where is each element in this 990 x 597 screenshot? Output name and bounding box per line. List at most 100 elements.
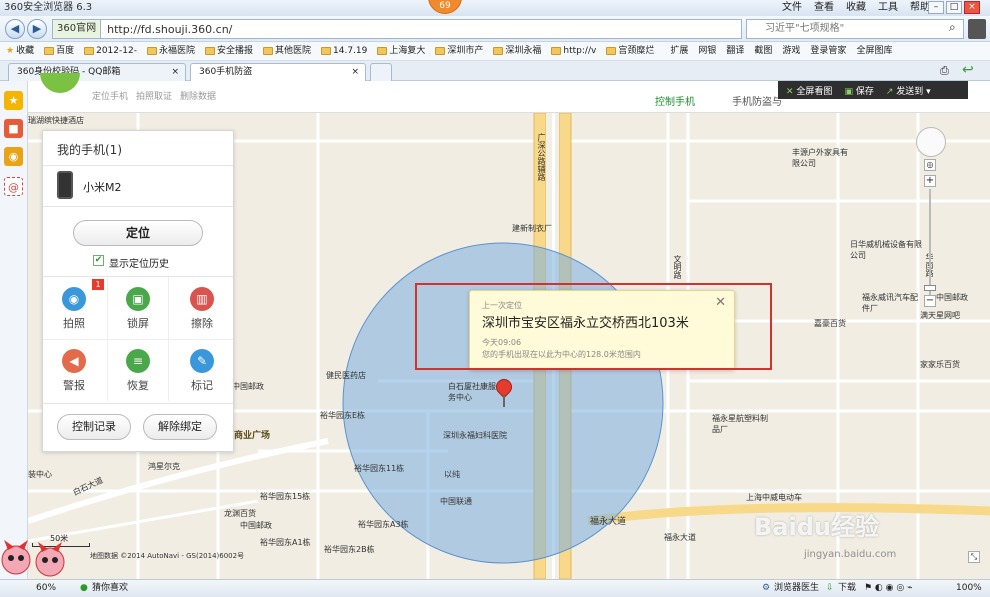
refresh-arrow-icon[interactable]: ↩ [962, 62, 974, 78]
bookmark-item[interactable]: 永福医院 [146, 42, 195, 60]
zoom-slider-handle[interactable] [924, 285, 936, 291]
mall-icon[interactable]: ■ [4, 119, 23, 138]
folder-icon [551, 47, 562, 55]
locate-me-icon[interactable]: ◎ [924, 159, 936, 171]
show-history-checkbox[interactable]: ✔ [93, 255, 104, 266]
lock-action[interactable]: ▣ 锁屏 [107, 277, 169, 339]
map-label: 裕华园东11栋 [354, 464, 405, 473]
menu-help[interactable]: 帮助 [910, 0, 930, 16]
folder-icon [263, 47, 273, 55]
bookmark-games[interactable]: 游戏 [782, 42, 800, 60]
bookmark-fullscreen[interactable]: 全屏图库 [856, 42, 892, 60]
tab-strip: 360身份校验码 - QQ邮箱 × 360手机防盗 × ⎙ ↩ [0, 61, 990, 81]
bookmark-item[interactable]: 百度 [44, 42, 74, 60]
weibo-icon[interactable]: ◉ [4, 147, 23, 166]
close-icon[interactable]: × [171, 64, 179, 80]
map-copyright: 地图数据 ©2014 AutoNavi - GS(2014)6002号 [90, 552, 245, 560]
bookmark-item[interactable]: http://v [551, 42, 596, 60]
restore-icon: ≡ [126, 349, 150, 373]
zoom-slider[interactable] [929, 189, 931, 295]
bookmark-item[interactable]: 宫颈糜烂 [606, 42, 654, 60]
pan-control[interactable] [916, 127, 946, 157]
bookmark-bank[interactable]: 网银 [698, 42, 716, 60]
bookmark-item[interactable]: 深圳永福 [493, 42, 541, 60]
tab-phone-guard[interactable]: 手机防盗与 [732, 93, 782, 108]
browser-doctor-link[interactable]: 浏览器医生 [774, 580, 819, 597]
map-label: 福永威讯汽车配件厂 [862, 293, 918, 313]
divider [43, 403, 233, 404]
device-name[interactable]: 小米M2 [83, 179, 122, 195]
menu-file[interactable]: 文件 [782, 0, 802, 16]
map-label: 白石厦社康服务中心 [448, 382, 496, 402]
map-label: 瑞湖缤快捷酒店 [28, 116, 84, 125]
bookmark-item[interactable]: 深圳市产 [435, 42, 483, 60]
minimize-button[interactable]: – [928, 1, 944, 14]
print-icon[interactable]: ⎙ [940, 64, 949, 78]
address-bar[interactable]: 360官网 http://fd.shouji.360.cn/ [52, 19, 742, 39]
tab-qqmail[interactable]: 360身份校验码 - QQ邮箱 × [8, 63, 186, 81]
expand-map-icon[interactable]: ⤡ [968, 551, 980, 563]
folder-icon [84, 47, 95, 55]
bookmark-login[interactable]: 登录管家 [810, 42, 846, 60]
photo-action[interactable]: ◉ 拍照 1 [43, 277, 105, 339]
alarm-action[interactable]: ◀ 警报 [43, 339, 105, 401]
address-url[interactable]: http://fd.shouji.360.cn/ [101, 23, 232, 36]
download-icon: ⇩ [826, 583, 834, 593]
nav-delete-data[interactable]: 删除数据 [180, 89, 216, 102]
menu-tools[interactable]: 工具 [878, 0, 898, 16]
photo-count-badge: 1 [92, 279, 104, 290]
unbind-button[interactable]: 解除绑定 [143, 414, 217, 440]
bookmark-extensions[interactable]: 扩展 [670, 42, 688, 60]
pencil-icon: ✎ [190, 349, 214, 373]
folder-icon [146, 47, 157, 55]
new-tab-button[interactable] [370, 63, 392, 81]
control-records-button[interactable]: 控制记录 [57, 414, 131, 440]
folder-icon [435, 47, 446, 55]
locate-button[interactable]: 定位 [73, 220, 203, 246]
search-input[interactable]: 习近平"七项规格" [746, 19, 964, 39]
menu-favorites[interactable]: 收藏 [846, 0, 866, 16]
search-icon[interactable]: ⌕ [949, 20, 963, 38]
avatar[interactable] [968, 19, 986, 39]
bookmark-translate[interactable]: 翻译 [726, 42, 744, 60]
zoom-level[interactable]: 100% [956, 580, 982, 597]
zoom-out-button[interactable]: − [924, 295, 936, 307]
doctor-icon: ⚙ [762, 583, 771, 593]
tab-control-phone[interactable]: 控制手机 [655, 93, 695, 108]
mail-icon[interactable]: @ [4, 177, 23, 196]
maximize-button[interactable]: □ [946, 1, 962, 14]
bookmark-screenshot[interactable]: 截图 [754, 42, 772, 60]
bookmark-item[interactable]: 其他医院 [263, 42, 311, 60]
menu-view[interactable]: 查看 [814, 0, 834, 16]
guess-icon: ● [80, 583, 88, 593]
map-label: 装中心 [28, 470, 52, 479]
close-window-button[interactable]: × [964, 1, 980, 14]
tab-360-guard[interactable]: 360手机防盗 × [190, 63, 366, 81]
restore-action[interactable]: ≡ 恢复 [107, 339, 169, 401]
trash-icon: ▥ [190, 287, 214, 311]
phone-icon [57, 171, 73, 199]
wipe-action[interactable]: ▥ 擦除 [171, 277, 233, 339]
bookmark-item[interactable]: 14.7.19 [321, 42, 367, 60]
expand-icon: ✕ [786, 86, 794, 97]
send-to-button[interactable]: ↗ 发送到 ▾ [886, 84, 931, 97]
browser-title: 360安全浏览器 6.3 [4, 2, 93, 13]
download-link[interactable]: 下载 [838, 580, 856, 597]
bookmark-item[interactable]: 上海复大 [377, 42, 425, 60]
save-button[interactable]: ▣ 保存 [844, 84, 873, 97]
fullscreen-view-button[interactable]: ✕ 全屏看图 [786, 84, 832, 97]
bookmark-favorites[interactable]: ★ 收藏 [6, 42, 34, 60]
zoom-in-button[interactable]: + [924, 175, 936, 187]
back-icon[interactable]: ◀ [5, 19, 25, 39]
address-site-tag[interactable]: 360官网 [53, 20, 102, 38]
bookmark-item[interactable]: 安全播报 [204, 42, 253, 60]
nav-locate-phone[interactable]: 定位手机 [92, 89, 128, 102]
logo [40, 73, 80, 93]
guess-link[interactable]: 猜你喜欢 [92, 580, 128, 597]
nav-take-photo[interactable]: 拍照取证 [136, 89, 172, 102]
bookmark-item[interactable]: 2012-12- [84, 42, 137, 60]
close-icon[interactable]: × [351, 64, 359, 80]
forward-icon[interactable]: ▶ [27, 19, 47, 39]
favorites-star-icon[interactable]: ★ [4, 91, 23, 110]
mark-action[interactable]: ✎ 标记 [171, 339, 233, 401]
